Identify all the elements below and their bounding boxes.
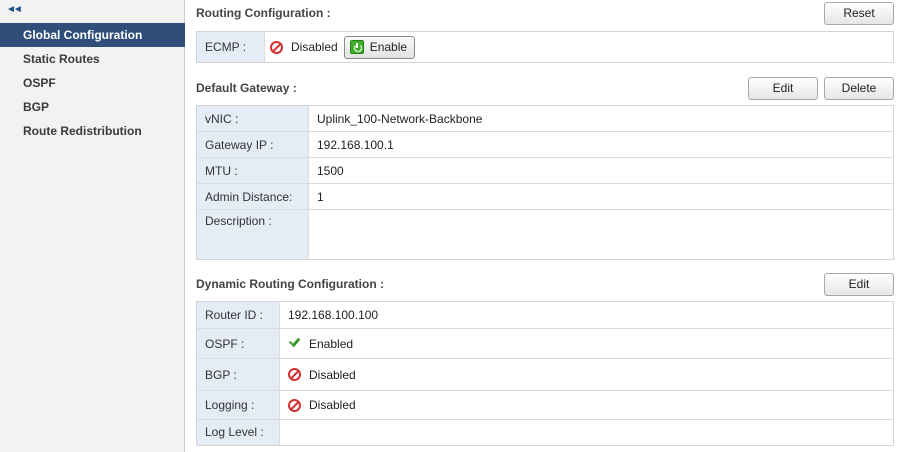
sidebar-item-route-redistribution[interactable]: Route Redistribution (0, 119, 185, 143)
gateway-delete-button[interactable]: Delete (824, 77, 894, 100)
sidebar: ◄◄ Global Configuration Static Routes OS… (0, 0, 185, 452)
disabled-icon (288, 368, 301, 381)
dynamic-routing-edit-button[interactable]: Edit (824, 273, 894, 296)
router-id-value: 192.168.100.100 (288, 308, 379, 322)
sidebar-item-bgp[interactable]: BGP (0, 95, 185, 119)
router-id-label: Router ID : (197, 302, 280, 328)
table-row: Description : (197, 210, 893, 259)
default-gateway-title: Default Gateway : (196, 81, 297, 95)
enable-label: Enable (369, 40, 408, 54)
ospf-label: OSPF : (197, 329, 280, 358)
logging-label: Logging : (197, 391, 280, 419)
default-gateway-table: vNIC : Uplink_100-Network-Backbone Gatew… (196, 105, 894, 260)
table-row: Log Level : (197, 420, 893, 445)
routing-config-title: Routing Configuration : (196, 6, 331, 20)
table-row: Router ID : 192.168.100.100 (197, 302, 893, 329)
gateway-ip-value: 192.168.100.1 (317, 137, 394, 152)
sidebar-item-ospf[interactable]: OSPF (0, 71, 185, 95)
table-row: Admin Distance: 1 (197, 184, 893, 210)
description-value (309, 210, 317, 259)
table-row: Gateway IP : 192.168.100.1 (197, 132, 893, 158)
dynamic-routing-title: Dynamic Routing Configuration : (196, 277, 384, 291)
table-row: vNIC : Uplink_100-Network-Backbone (197, 106, 893, 132)
check-icon (288, 337, 301, 350)
disabled-icon (270, 40, 283, 54)
log-level-value (280, 420, 288, 445)
vnic-value: Uplink_100-Network-Backbone (317, 111, 483, 126)
logging-status: Disabled (309, 398, 356, 412)
disabled-icon (288, 398, 301, 412)
dynamic-routing-table: Router ID : 192.168.100.100 OSPF : Enabl… (196, 301, 894, 446)
gateway-edit-button[interactable]: Edit (748, 77, 818, 100)
enable-ecmp-button[interactable]: Enable (343, 35, 416, 59)
sidebar-item-static-routes[interactable]: Static Routes (0, 47, 185, 71)
collapse-sidebar-icon[interactable]: ◄◄ (6, 4, 23, 15)
table-row: MTU : 1500 (197, 158, 893, 184)
power-icon (349, 40, 364, 54)
admin-distance-value: 1 (317, 189, 324, 204)
sidebar-item-global-configuration[interactable]: Global Configuration (0, 23, 185, 47)
reset-button[interactable]: Reset (824, 2, 894, 25)
gateway-ip-label: Gateway IP : (197, 132, 309, 157)
admin-distance-label: Admin Distance: (197, 184, 309, 209)
table-row: OSPF : Enabled (197, 329, 893, 359)
main-panel: Routing Configuration : Reset ECMP : Dis… (185, 0, 901, 452)
mtu-label: MTU : (197, 158, 309, 183)
mtu-value: 1500 (317, 163, 344, 178)
description-label: Description : (197, 210, 309, 259)
bgp-label: BGP : (197, 359, 280, 390)
table-row: Logging : Disabled (197, 391, 893, 420)
sidebar-nav: Global Configuration Static Routes OSPF … (0, 23, 185, 143)
log-level-label: Log Level : (197, 420, 280, 445)
ecmp-status: Disabled (291, 40, 338, 54)
table-row: BGP : Disabled (197, 359, 893, 391)
ecmp-box: ECMP : Disabled Enable (196, 31, 894, 63)
vnic-label: vNIC : (197, 106, 309, 131)
ecmp-label: ECMP : (197, 32, 265, 62)
bgp-status: Disabled (309, 367, 356, 382)
ospf-status: Enabled (309, 336, 354, 351)
